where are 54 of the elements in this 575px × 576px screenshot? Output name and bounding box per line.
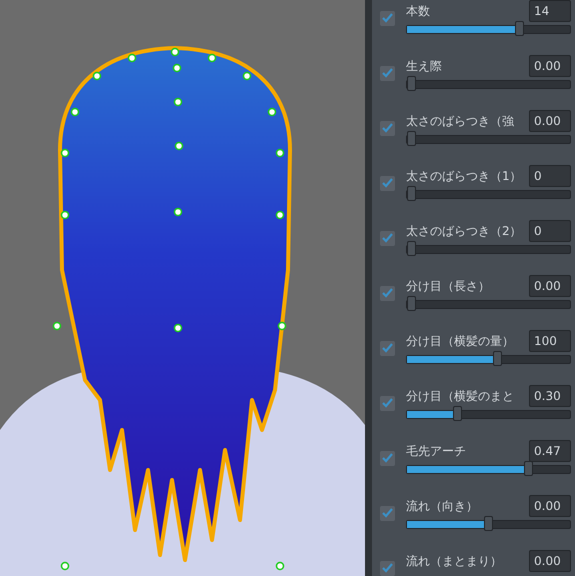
parameter-label: 太さのばらつき（1） — [406, 168, 523, 184]
parameter-label: 分け目（横髪の量） — [406, 332, 515, 350]
parameter-label: 生え際 — [406, 58, 443, 74]
value-field[interactable]: 0 — [529, 220, 571, 242]
value-field[interactable]: 0.00 — [529, 55, 571, 77]
slider-thumb[interactable] — [407, 240, 416, 256]
checkmark-icon — [382, 453, 393, 463]
value-field[interactable]: 0 — [529, 165, 571, 187]
value-field[interactable]: 0.00 — [529, 550, 571, 572]
checkbox[interactable] — [380, 340, 395, 356]
slider-thumb[interactable] — [484, 516, 493, 530]
value-field[interactable]: 0.00 — [529, 110, 571, 132]
slider-thumb[interactable] — [514, 20, 524, 36]
checkmark-icon — [382, 563, 393, 573]
checkmark-icon — [382, 398, 393, 408]
value-field[interactable]: 14 — [529, 0, 571, 22]
checkmark-icon — [382, 508, 393, 518]
checkbox[interactable] — [380, 450, 395, 466]
parameter-label: 太さのばらつき（2） — [406, 222, 523, 240]
checkbox[interactable] — [380, 176, 395, 190]
checkmark-icon — [382, 233, 393, 243]
value-field[interactable]: 0.00 — [529, 495, 571, 517]
slider-thumb[interactable] — [524, 460, 534, 476]
checkbox[interactable] — [380, 10, 395, 26]
slider-thumb[interactable] — [493, 350, 502, 366]
slider-thumb[interactable] — [453, 406, 462, 420]
checkbox[interactable] — [380, 506, 395, 520]
value-field[interactable]: 0.47 — [529, 440, 571, 462]
checkbox[interactable] — [380, 230, 395, 246]
checkbox[interactable] — [380, 396, 395, 410]
checkbox[interactable] — [380, 286, 395, 300]
value-field[interactable]: 0.00 — [529, 275, 571, 297]
parameter-label: 太さのばらつき（強 — [406, 112, 515, 130]
parameter-label: 流れ（向き） — [406, 498, 479, 514]
checkmark-icon — [382, 68, 393, 78]
parameter-label: 本数 — [406, 2, 431, 20]
checkbox[interactable] — [380, 120, 395, 136]
slider-thumb[interactable] — [407, 296, 416, 310]
slider-thumb[interactable] — [407, 186, 416, 200]
checkmark-icon — [382, 343, 393, 353]
checkmark-icon — [382, 178, 393, 188]
checkmark-icon — [382, 288, 393, 298]
checkmark-icon — [382, 13, 393, 23]
checkbox[interactable] — [380, 560, 395, 576]
slider-thumb[interactable] — [407, 130, 416, 146]
value-field[interactable]: 100 — [529, 330, 571, 352]
slider-thumb[interactable] — [407, 76, 416, 90]
parameter-label: 分け目（横髪のまと — [406, 388, 515, 404]
parameter-label: 流れ（まとまり） — [406, 552, 503, 570]
checkbox[interactable] — [380, 66, 395, 80]
checkmark-icon — [382, 123, 393, 133]
value-field[interactable]: 0.30 — [529, 385, 571, 407]
parameter-label: 分け目（長さ） — [406, 278, 491, 294]
parameter-label: 毛先アーチ — [406, 442, 467, 460]
